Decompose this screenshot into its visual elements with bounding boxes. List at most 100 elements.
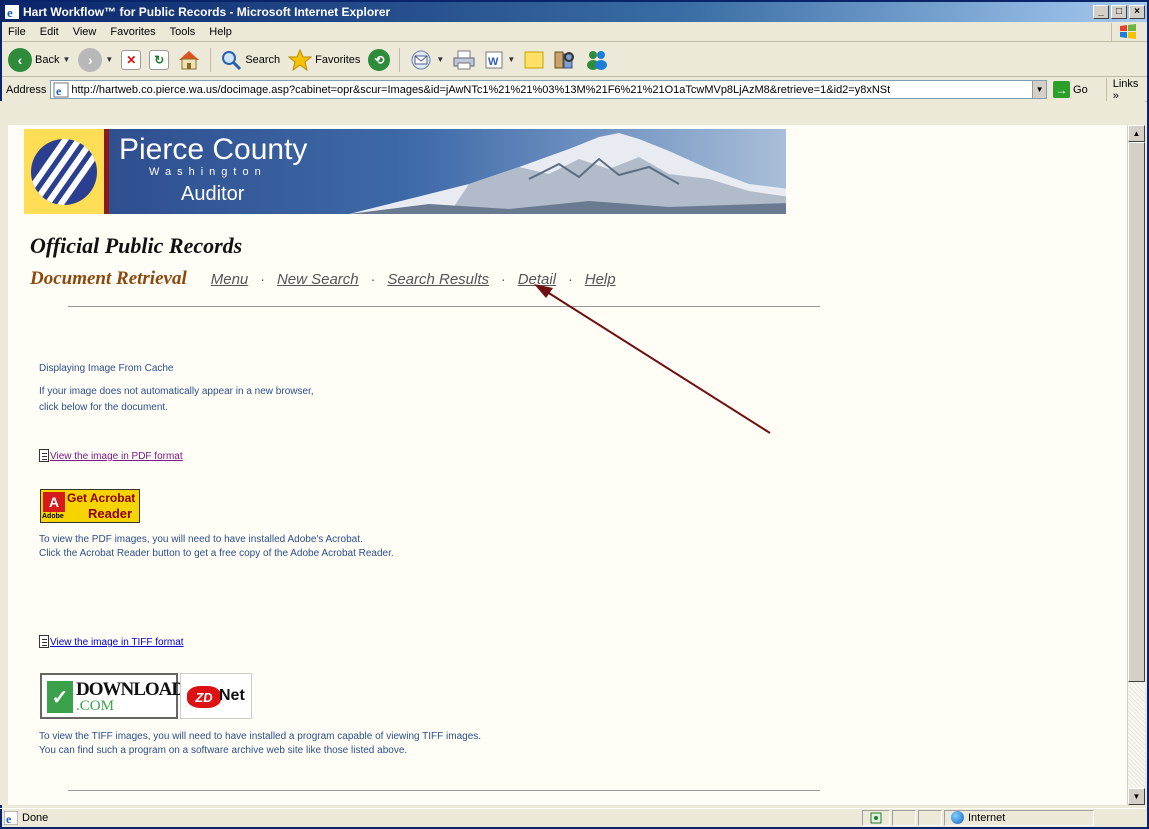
- links-button[interactable]: Links »: [1105, 77, 1147, 102]
- svg-text:e: e: [7, 5, 13, 19]
- tiff-info-line-1: To view the TIFF images, you will need t…: [39, 731, 482, 742]
- go-label: Go: [1073, 83, 1088, 96]
- menu-bar: File Edit View Favorites Tools Help: [2, 22, 1147, 42]
- svg-text:e: e: [6, 812, 12, 825]
- tiff-link[interactable]: View the image in TIFF format: [50, 637, 184, 648]
- menu-edit[interactable]: Edit: [34, 26, 67, 38]
- download-com: .COM: [76, 698, 114, 714]
- back-arrow-icon: ‹: [8, 47, 32, 72]
- close-button[interactable]: ×: [1129, 5, 1145, 19]
- pdf-link[interactable]: View the image in PDF format: [50, 451, 183, 462]
- stop-button[interactable]: ✕: [119, 46, 143, 74]
- popup-icon: [870, 812, 882, 823]
- globe-icon: [951, 811, 964, 824]
- back-button[interactable]: ‹ Back ▼: [6, 46, 72, 74]
- research-icon: [554, 51, 575, 68]
- go-arrow-icon: →: [1053, 81, 1071, 98]
- toolbar-separator: [399, 47, 401, 72]
- back-dropdown-icon[interactable]: ▼: [62, 55, 70, 64]
- edit-dropdown-icon[interactable]: ▼: [507, 55, 515, 64]
- star-icon: [288, 48, 313, 71]
- go-button[interactable]: → Go: [1053, 81, 1088, 98]
- acrobat-adobe-text: Adobe: [42, 513, 64, 520]
- cache-message: Displaying Image From Cache: [39, 363, 174, 374]
- status-security-cell: [862, 809, 890, 826]
- nav-separator: ·: [260, 271, 265, 287]
- forward-button[interactable]: › ▼: [76, 46, 115, 74]
- menu-favorites[interactable]: Favorites: [104, 26, 163, 38]
- status-text: Done: [22, 811, 49, 824]
- discuss-button[interactable]: [521, 46, 547, 74]
- status-done: e Done: [0, 810, 860, 825]
- nav-detail-link[interactable]: Detail: [518, 271, 556, 288]
- nav-search-results-link[interactable]: Search Results: [387, 271, 489, 288]
- page-content: Pierce County Washington Auditor Officia…: [8, 125, 1127, 805]
- search-icon: [222, 50, 242, 70]
- refresh-button[interactable]: ↻: [147, 46, 171, 74]
- minimize-button[interactable]: _: [1093, 5, 1109, 19]
- forward-arrow-icon: ›: [78, 47, 103, 72]
- zdnet-button[interactable]: ZD Net: [180, 673, 252, 719]
- favorites-button[interactable]: Favorites: [286, 46, 362, 74]
- vertical-scrollbar[interactable]: ▲ ▼: [1127, 125, 1145, 805]
- download-com-button[interactable]: ✓ DOWNLOAD .COM: [40, 673, 185, 719]
- toolbar-separator: [210, 47, 212, 72]
- address-input[interactable]: e http://hartweb.co.pierce.wa.us/docimag…: [50, 80, 1048, 99]
- auto-message-line-2: click below for the document.: [39, 402, 168, 413]
- menu-tools[interactable]: Tools: [164, 26, 204, 38]
- download-check-icon: ✓: [47, 681, 73, 713]
- nav-separator: ·: [501, 271, 506, 287]
- nav-separator: ·: [568, 271, 573, 287]
- footer-divider: [68, 790, 820, 791]
- ie-icon: e: [5, 5, 19, 19]
- nav-menu-link[interactable]: Menu: [211, 271, 249, 288]
- status-bar: e Done Internet: [0, 808, 1145, 826]
- adobe-logo-icon: A: [43, 492, 65, 512]
- home-button[interactable]: [175, 46, 203, 74]
- menu-help[interactable]: Help: [203, 26, 240, 38]
- printer-icon: [453, 50, 475, 69]
- banner-background: Pierce County Washington Auditor: [109, 129, 786, 214]
- research-button[interactable]: [551, 46, 579, 74]
- pdf-info-line-2: Click the Acrobat Reader button to get a…: [39, 548, 394, 559]
- title-bar: e Hart Workflow™ for Public Records - Mi…: [2, 2, 1147, 22]
- svg-text:e: e: [56, 84, 62, 98]
- svg-text:W: W: [488, 56, 499, 68]
- banner-title: Pierce County: [119, 133, 308, 166]
- search-label: Search: [245, 53, 281, 66]
- get-acrobat-reader-button[interactable]: A Adobe Get Acrobat Reader: [40, 489, 140, 523]
- menu-file[interactable]: File: [2, 26, 34, 38]
- content-top-border: [8, 101, 1145, 125]
- zone-text: Internet: [968, 811, 1006, 824]
- document-icon: [39, 635, 49, 648]
- scroll-up-icon[interactable]: ▲: [1128, 125, 1145, 142]
- favorites-label: Favorites: [315, 53, 361, 66]
- nav-separator: ·: [370, 271, 376, 287]
- print-button[interactable]: [450, 46, 478, 74]
- address-dropdown-icon[interactable]: ▼: [1032, 81, 1047, 98]
- auto-message-line-1: If your image does not automatically app…: [39, 386, 314, 397]
- page-title: Official Public Records: [30, 233, 243, 258]
- maximize-button[interactable]: □: [1111, 5, 1127, 19]
- document-icon: [39, 449, 49, 462]
- messenger-button[interactable]: [583, 46, 611, 74]
- address-url: http://hartweb.co.pierce.wa.us/docimage.…: [71, 83, 891, 96]
- mail-dropdown-icon[interactable]: ▼: [436, 55, 444, 64]
- scroll-track[interactable]: [1128, 682, 1145, 788]
- menu-view[interactable]: View: [67, 26, 105, 38]
- scroll-down-icon[interactable]: ▼: [1128, 788, 1145, 805]
- mail-button[interactable]: ▼: [407, 46, 446, 74]
- search-button[interactable]: Search: [218, 46, 282, 74]
- banner-subtitle: Washington: [149, 166, 267, 178]
- forward-dropdown-icon[interactable]: ▼: [105, 55, 113, 64]
- nav-new-search-link[interactable]: New Search: [277, 271, 359, 288]
- pdf-link-row: View the image in PDF format: [39, 449, 183, 462]
- history-button[interactable]: ⟲: [366, 46, 392, 74]
- address-bar: Address e http://hartweb.co.pierce.wa.us…: [2, 77, 1147, 102]
- address-label: Address: [6, 83, 47, 96]
- edit-button[interactable]: W ▼: [482, 46, 517, 74]
- county-logo-icon: [24, 129, 104, 214]
- nav-help-link[interactable]: Help: [585, 271, 616, 288]
- scroll-thumb[interactable]: [1128, 142, 1145, 682]
- windows-flag-icon: [1111, 23, 1143, 41]
